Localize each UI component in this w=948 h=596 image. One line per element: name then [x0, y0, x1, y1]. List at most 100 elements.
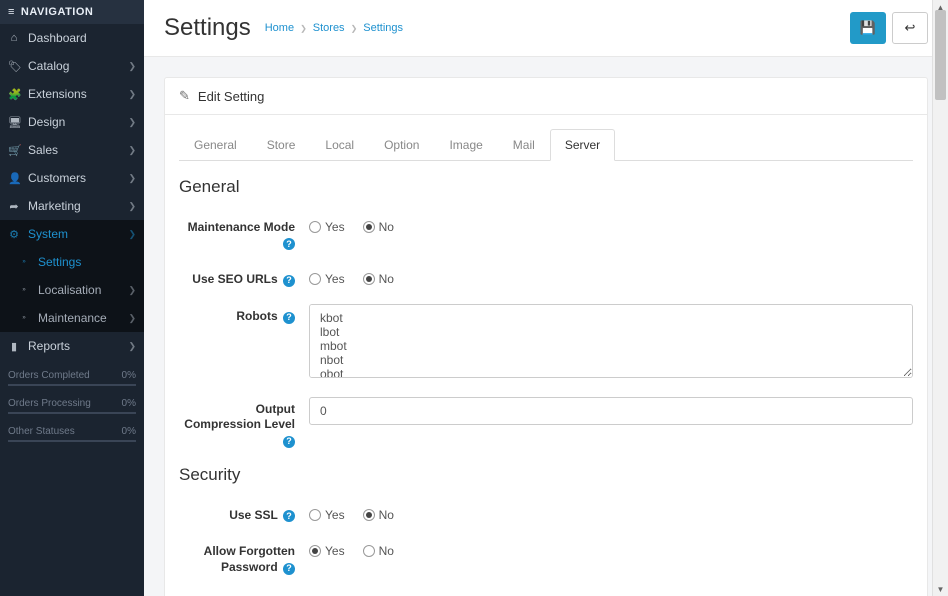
help-icon[interactable]: ? — [283, 238, 295, 250]
bullet-icon: » — [18, 259, 30, 265]
stat-orders-processing: Orders Processing0% — [8, 398, 136, 414]
radio-ssl-yes[interactable]: Yes — [309, 508, 345, 522]
sidebar-item-label: Dashboard — [28, 31, 87, 45]
page-scrollbar[interactable]: ▲ ▼ — [932, 0, 948, 596]
tab-general[interactable]: General — [179, 129, 252, 161]
radio-maintenance-yes[interactable]: Yes — [309, 220, 345, 234]
sidebar-item-extensions[interactable]: 🧩Extensions ❯ — [0, 80, 144, 108]
sidebar-item-label: Marketing — [28, 199, 81, 213]
tab-mail[interactable]: Mail — [498, 129, 550, 161]
radio-maintenance-no[interactable]: No — [363, 220, 394, 234]
cancel-button[interactable]: ↩ — [892, 12, 928, 44]
section-heading-security: Security — [179, 465, 913, 485]
sidebar-item-label: Customers — [28, 171, 86, 185]
help-icon[interactable]: ? — [283, 312, 295, 324]
radio-icon — [309, 273, 321, 285]
sidebar-item-design[interactable]: 🖥Design ❯ — [0, 108, 144, 136]
sidebar-item-label: Extensions — [28, 87, 87, 101]
field-robots: Robots ? — [179, 304, 913, 381]
output-compression-input[interactable] — [309, 397, 913, 425]
chevron-right-icon: ❯ — [128, 117, 136, 128]
chart-icon: ▮ — [8, 340, 20, 353]
tab-server[interactable]: Server — [550, 129, 615, 161]
stat-label: Other Statuses — [8, 426, 75, 437]
reply-icon: ↩ — [905, 20, 916, 36]
tab-image[interactable]: Image — [434, 129, 497, 161]
help-icon[interactable]: ? — [283, 275, 295, 287]
tag-icon: 🏷 — [8, 60, 20, 73]
radio-seo-yes[interactable]: Yes — [309, 272, 345, 286]
share-icon: ➦ — [8, 200, 20, 213]
tab-store[interactable]: Store — [252, 129, 311, 161]
crumb-stores[interactable]: Stores — [313, 22, 345, 34]
help-icon[interactable]: ? — [283, 436, 295, 448]
edit-panel: ✎ Edit Setting General Store Local Optio… — [164, 77, 928, 596]
crumb-settings[interactable]: Settings — [363, 22, 403, 34]
sidebar-item-customers[interactable]: 👤Customers ❯ — [0, 164, 144, 192]
field-label: Robots — [236, 309, 277, 323]
sidebar-item-system[interactable]: ⚙System ❯ — [0, 220, 144, 248]
field-label: Use SEO URLs — [192, 272, 277, 286]
sidebar-item-dashboard[interactable]: ⌂ Dashboard — [0, 24, 144, 52]
page-title: Settings — [164, 14, 251, 42]
sidebar-item-marketing[interactable]: ➦ Marketing ❯ — [0, 192, 144, 220]
sidebar-item-label: Maintenance — [38, 311, 107, 325]
dashboard-icon: ⌂ — [8, 32, 20, 44]
radio-label: Yes — [325, 544, 345, 558]
sidebar-item-label: System — [28, 227, 68, 241]
sidebar-item-label: Settings — [38, 255, 81, 269]
user-icon: 👤 — [8, 172, 20, 185]
chevron-right-icon: ❯ — [128, 229, 136, 240]
field-use-seo-urls: Use SEO URLs ? Yes No — [179, 267, 913, 288]
save-icon: 💾 — [860, 20, 876, 36]
sidebar-header: ≡ NAVIGATION — [0, 0, 144, 24]
tab-local[interactable]: Local — [310, 129, 369, 161]
scroll-thumb[interactable] — [935, 10, 946, 100]
tab-option[interactable]: Option — [369, 129, 434, 161]
radio-icon — [363, 273, 375, 285]
sidebar-item-label: Reports — [28, 339, 70, 353]
sidebar-item-sales[interactable]: 🛒Sales ❯ — [0, 136, 144, 164]
radio-icon — [309, 509, 321, 521]
sidebar-sub-settings[interactable]: » Settings — [0, 248, 144, 276]
help-icon[interactable]: ? — [283, 563, 295, 575]
radio-forgot-no[interactable]: No — [363, 544, 394, 558]
sidebar-sub-maintenance[interactable]: »Maintenance ❯ — [0, 304, 144, 332]
radio-label: Yes — [325, 508, 345, 522]
stat-label: Orders Completed — [8, 370, 90, 381]
sidebar-sub-localisation[interactable]: »Localisation ❯ — [0, 276, 144, 304]
crumb-home[interactable]: Home — [265, 22, 294, 34]
radio-forgot-yes[interactable]: Yes — [309, 544, 345, 558]
save-button[interactable]: 💾 — [850, 12, 886, 44]
page-header: Settings Home ❯ Stores ❯ Settings 💾 ↩ — [144, 0, 948, 57]
radio-seo-no[interactable]: No — [363, 272, 394, 286]
robots-textarea[interactable] — [309, 304, 913, 378]
radio-icon — [363, 509, 375, 521]
field-allow-forgotten-password: Allow Forgotten Password ? Yes No — [179, 539, 913, 575]
puzzle-icon: 🧩 — [8, 88, 20, 101]
progress-bar — [8, 440, 136, 442]
menu-icon: ≡ — [8, 6, 15, 18]
progress-bar — [8, 384, 136, 386]
radio-ssl-no[interactable]: No — [363, 508, 394, 522]
stat-value: 0% — [122, 426, 136, 437]
help-icon[interactable]: ? — [283, 510, 295, 522]
sidebar-item-reports[interactable]: ▮Reports ❯ — [0, 332, 144, 360]
chevron-right-icon: ❯ — [128, 285, 136, 296]
field-label: Use SSL — [229, 508, 277, 522]
sidebar-item-label: Localisation — [38, 283, 101, 297]
sidebar-submenu-system: » Settings »Localisation ❯ »Maintenance ❯ — [0, 248, 144, 332]
field-use-ssl: Use SSL ? Yes No — [179, 503, 913, 524]
page-actions: 💾 ↩ — [850, 12, 928, 44]
radio-icon — [363, 545, 375, 557]
stat-orders-completed: Orders Completed0% — [8, 370, 136, 386]
radio-label: No — [379, 272, 394, 286]
main-content: Settings Home ❯ Stores ❯ Settings 💾 ↩ ✎ … — [144, 0, 948, 596]
chevron-right-icon: ❯ — [351, 24, 358, 33]
chevron-right-icon: ❯ — [128, 201, 136, 212]
sidebar-item-label: Catalog — [28, 59, 69, 73]
scroll-down-icon[interactable]: ▼ — [933, 582, 948, 596]
sidebar-title: NAVIGATION — [21, 6, 93, 18]
field-label: Allow Forgotten Password — [204, 544, 295, 574]
sidebar-item-catalog[interactable]: 🏷Catalog ❯ — [0, 52, 144, 80]
